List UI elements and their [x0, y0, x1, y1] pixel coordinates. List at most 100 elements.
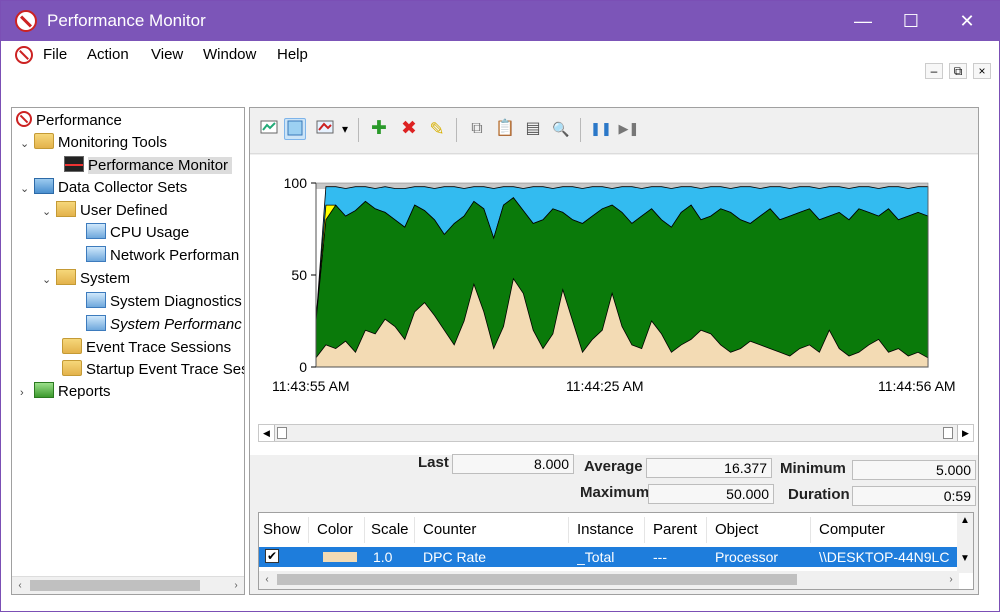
cell-counter: DPC Rate: [423, 549, 487, 565]
highlight-icon[interactable]: ✎: [426, 118, 448, 140]
expand-chevron-icon[interactable]: ⌄: [42, 269, 56, 291]
column-header-scale[interactable]: Scale: [367, 517, 415, 543]
column-header-computer[interactable]: Computer: [815, 517, 955, 543]
toolbar-separator: [358, 118, 359, 142]
tree-item-system-diagnostics[interactable]: System Diagnostics: [86, 291, 242, 313]
tree-item-system[interactable]: ⌄ System: [42, 268, 130, 290]
duration-value: 0:59: [852, 486, 976, 506]
show-checkbox[interactable]: ✔: [265, 549, 279, 563]
data-collector-icon: [34, 178, 54, 194]
cell-parent: ---: [653, 549, 667, 565]
tree-label: Startup Event Trace Ses: [86, 361, 245, 378]
reports-icon: [34, 382, 54, 398]
folder-icon: [62, 338, 82, 354]
tree-item-system-performance[interactable]: System Performanc: [86, 314, 242, 336]
update-data-icon[interactable]: ▶❚: [618, 118, 640, 140]
time-window-end-handle[interactable]: [943, 427, 953, 439]
properties-icon[interactable]: ▤: [522, 118, 544, 140]
menu-window[interactable]: Window: [203, 46, 256, 63]
scroll-right-icon[interactable]: ›: [943, 571, 959, 589]
cell-scale: 1.0: [373, 549, 393, 565]
user-defined-icon: [56, 201, 76, 217]
zoom-icon[interactable]: 🔍: [550, 118, 572, 140]
column-header-color[interactable]: Color: [313, 517, 365, 543]
scroll-thumb[interactable]: [277, 574, 797, 585]
menu-file[interactable]: File: [43, 46, 67, 63]
tree-label: Performance: [36, 112, 122, 129]
menu-action[interactable]: Action: [87, 46, 129, 63]
paste-counter-list-icon[interactable]: 📋: [494, 118, 516, 140]
scroll-up-icon[interactable]: ▲: [960, 515, 970, 526]
counter-list-vertical-scrollbar[interactable]: ▲ ▼: [957, 513, 973, 573]
tree-item-event-trace-sessions[interactable]: Event Trace Sessions: [62, 337, 231, 359]
counter-list-horizontal-scrollbar[interactable]: ‹ ›: [259, 571, 959, 589]
column-header-counter[interactable]: Counter: [419, 517, 569, 543]
expand-chevron-icon[interactable]: ›: [20, 382, 34, 404]
scroll-left-icon[interactable]: ‹: [259, 571, 275, 589]
system-menu-icon[interactable]: [15, 46, 33, 64]
x-tick-label: 11:44:25 AM: [566, 378, 644, 394]
tree-item-performance[interactable]: Performance: [16, 110, 122, 132]
freeze-display-icon[interactable]: ❚❚: [590, 118, 612, 140]
counter-color-swatch: [323, 552, 357, 562]
tree-item-data-collector-sets[interactable]: ⌄ Data Collector Sets: [20, 177, 187, 199]
maximum-value: 50.000: [648, 484, 774, 504]
tree-label: Network Performan: [110, 247, 240, 264]
minimize-button[interactable]: —: [843, 9, 883, 33]
mdi-close-button[interactable]: ×: [973, 63, 991, 79]
scroll-left-icon[interactable]: ‹: [12, 577, 28, 594]
tree-label: User Defined: [80, 202, 168, 219]
toolbar-separator: [580, 118, 581, 142]
time-window-start-handle[interactable]: [277, 427, 287, 439]
add-counter-icon[interactable]: ✚: [368, 118, 390, 140]
column-header-instance[interactable]: Instance: [573, 517, 645, 543]
delete-counter-icon[interactable]: ✖: [398, 118, 420, 140]
tree-item-network-performance[interactable]: Network Performan: [86, 245, 239, 267]
menu-help[interactable]: Help: [277, 46, 308, 63]
tree-label: Monitoring Tools: [58, 134, 167, 151]
expand-chevron-icon[interactable]: ⌄: [42, 201, 56, 223]
collector-set-icon: [86, 223, 106, 239]
expand-chevron-icon[interactable]: ⌄: [20, 178, 34, 200]
collector-set-icon: [86, 246, 106, 262]
performance-graph[interactable]: 100 50 0 11:43:55 AM 11:44:25 AM 11:44:56 AM: [250, 155, 978, 423]
scroll-thumb[interactable]: [30, 580, 200, 591]
tree-item-user-defined[interactable]: ⌄ User Defined: [42, 200, 168, 222]
tree-item-cpu-usage[interactable]: CPU Usage: [86, 222, 189, 244]
column-header-show[interactable]: Show: [259, 517, 309, 543]
last-label: Last: [418, 454, 449, 471]
mdi-restore-button[interactable]: ⧉: [949, 63, 967, 79]
change-graph-type-icon[interactable]: [314, 118, 336, 140]
tree-item-startup-event-trace[interactable]: Startup Event Trace Ses: [62, 359, 245, 381]
maximize-button[interactable]: ☐: [891, 9, 931, 33]
dropdown-arrow-icon[interactable]: ▾: [338, 118, 352, 140]
collector-set-icon: [86, 292, 106, 308]
scroll-left-icon[interactable]: ◀: [259, 425, 275, 441]
tree-item-performance-monitor[interactable]: Performance Monitor: [64, 155, 233, 177]
tree-item-monitoring-tools[interactable]: ⌄ Monitoring Tools: [20, 132, 167, 154]
scroll-right-icon[interactable]: ›: [228, 577, 244, 594]
statistics-panel: Last 8.000 Average 16.377 Minimum 5.000 …: [250, 448, 978, 508]
y-tick-label: 100: [284, 175, 308, 191]
navigation-tree: Performance ⌄ Monitoring Tools Performanc…: [11, 107, 245, 595]
copy-properties-icon[interactable]: ⧉: [466, 118, 488, 140]
nav-horizontal-scrollbar[interactable]: ‹ ›: [12, 576, 244, 594]
tree-label-selected: Performance Monitor: [88, 157, 233, 174]
duration-label: Duration: [788, 486, 850, 503]
mdi-minimize-button[interactable]: –: [925, 63, 943, 79]
column-header-object[interactable]: Object: [711, 517, 811, 543]
tree-label: Data Collector Sets: [58, 179, 188, 196]
time-scrollbar[interactable]: ◀ ▶: [258, 424, 974, 442]
scroll-right-icon[interactable]: ▶: [957, 425, 973, 441]
column-header-parent[interactable]: Parent: [649, 517, 707, 543]
title-bar[interactable]: Performance Monitor — ☐ ✕: [1, 1, 1000, 41]
menu-view[interactable]: View: [151, 46, 183, 63]
close-button[interactable]: ✕: [947, 9, 987, 33]
tree-item-reports[interactable]: › Reports: [20, 381, 111, 403]
window-title: Performance Monitor: [47, 11, 206, 30]
expand-chevron-icon[interactable]: ⌄: [20, 133, 34, 155]
view-log-data-icon[interactable]: [284, 118, 306, 140]
graph-area[interactable]: 100 50 0 11:43:55 AM 11:44:25 AM 11:44:56 AM: [250, 155, 978, 455]
view-current-activity-icon[interactable]: [258, 118, 280, 140]
scroll-down-icon[interactable]: ▼: [960, 553, 970, 564]
